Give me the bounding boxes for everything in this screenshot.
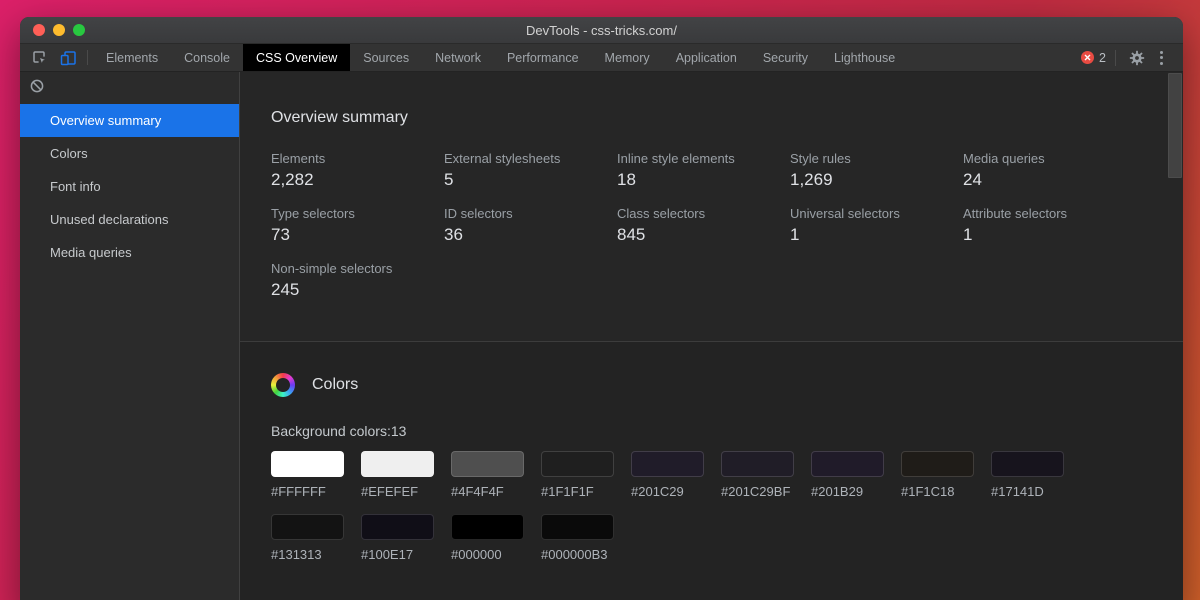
color-swatch [721, 451, 794, 477]
color-swatch-item: #000000B3 [541, 514, 614, 562]
devtools-window: DevTools - css-tricks.com/ Elements Cons… [20, 17, 1183, 600]
block-icon [29, 78, 45, 94]
sidebar-item-unused-declarations[interactable]: Unused declarations [20, 203, 239, 236]
color-swatch-item: #201B29 [811, 451, 884, 499]
devtools-tabbar: Elements Console CSS Overview Sources Ne… [20, 44, 1183, 72]
color-swatch [541, 451, 614, 477]
color-swatch [541, 514, 614, 540]
stat-attribute-selectors: Attribute selectors 1 [963, 206, 1136, 245]
more-options-button[interactable] [1149, 44, 1173, 71]
css-overview-main: Overview summary Elements 2,282 External… [240, 72, 1183, 600]
overview-summary-title: Overview summary [271, 109, 1135, 127]
color-swatch [991, 451, 1064, 477]
color-swatch [811, 451, 884, 477]
css-overview-panel: Overview summary Colors Font info Unused… [20, 72, 1183, 600]
close-window-button[interactable] [33, 24, 45, 36]
tab-application[interactable]: Application [663, 44, 750, 71]
scrollbar-thumb[interactable] [1168, 73, 1182, 178]
sidebar-item-media-queries[interactable]: Media queries [20, 236, 239, 269]
sidebar-toolbar [20, 72, 239, 100]
tab-network[interactable]: Network [422, 44, 494, 71]
error-count[interactable]: 2 [1099, 51, 1106, 65]
inspect-element-button[interactable] [26, 44, 54, 71]
sidebar-item-overview-summary[interactable]: Overview summary [20, 104, 239, 137]
color-swatch [361, 451, 434, 477]
color-swatch [361, 514, 434, 540]
color-swatch-item: #FFFFFF [271, 451, 344, 499]
background-colors-label: Background colors:13 [271, 423, 1135, 439]
color-wheel-icon [271, 373, 295, 397]
color-swatch [271, 514, 344, 540]
stat-external-stylesheets: External stylesheets 5 [444, 151, 617, 190]
window-title: DevTools - css-tricks.com/ [526, 23, 677, 38]
stat-universal-selectors: Universal selectors 1 [790, 206, 963, 245]
tab-performance[interactable]: Performance [494, 44, 592, 71]
settings-button[interactable] [1125, 44, 1149, 71]
sidebar-items: Overview summary Colors Font info Unused… [20, 104, 239, 269]
tabbar-right-controls: 2 [1081, 44, 1183, 71]
error-badge-icon[interactable] [1081, 51, 1094, 64]
color-swatch-item: #1F1F1F [541, 451, 614, 499]
color-swatch [271, 451, 344, 477]
color-swatch-item: #4F4F4F [451, 451, 524, 499]
vertical-scrollbar[interactable] [1167, 72, 1183, 600]
titlebar: DevTools - css-tricks.com/ [20, 17, 1183, 44]
tab-memory[interactable]: Memory [592, 44, 663, 71]
panel-tabs: Elements Console CSS Overview Sources Ne… [93, 44, 908, 71]
colors-section: Colors Background colors:13 #FFFFFF #EFE… [240, 341, 1183, 600]
sidebar-item-colors[interactable]: Colors [20, 137, 239, 170]
device-toolbar-icon [60, 50, 77, 66]
overview-summary-section: Overview summary Elements 2,282 External… [240, 72, 1183, 341]
tab-lighthouse[interactable]: Lighthouse [821, 44, 908, 71]
stat-class-selectors: Class selectors 845 [617, 206, 790, 245]
color-swatch-item: #1F1C18 [901, 451, 974, 499]
color-swatch-item: #EFEFEF [361, 451, 434, 499]
tab-console[interactable]: Console [171, 44, 243, 71]
color-swatch-item: #131313 [271, 514, 344, 562]
color-swatch-item: #201C29BF [721, 451, 794, 499]
minimize-window-button[interactable] [53, 24, 65, 36]
stat-inline-style-elements: Inline style elements 18 [617, 151, 790, 190]
stat-id-selectors: ID selectors 36 [444, 206, 617, 245]
stat-non-simple-selectors: Non-simple selectors 245 [271, 261, 444, 300]
color-swatch [451, 451, 524, 477]
color-swatch-item: #201C29 [631, 451, 704, 499]
background-colors-row-2: #131313 #100E17 #000000 #000000B3 [271, 514, 1135, 562]
menu-separator [1115, 50, 1116, 66]
background-colors-row-1: #FFFFFF #EFEFEF #4F4F4F #1F1F1F [271, 451, 1135, 499]
traffic-lights [33, 17, 85, 43]
css-overview-sidebar: Overview summary Colors Font info Unused… [20, 72, 240, 600]
stat-media-queries: Media queries 24 [963, 151, 1136, 190]
toolbar-separator [87, 50, 88, 65]
sidebar-item-font-info[interactable]: Font info [20, 170, 239, 203]
colors-title: Colors [312, 376, 358, 394]
toggle-device-toolbar-button[interactable] [54, 44, 82, 71]
color-swatch [451, 514, 524, 540]
gear-icon [1129, 50, 1145, 66]
tab-security[interactable]: Security [750, 44, 821, 71]
inspect-cursor-icon [32, 50, 48, 66]
zoom-window-button[interactable] [73, 24, 85, 36]
tab-elements[interactable]: Elements [93, 44, 171, 71]
color-swatch-item: #000000 [451, 514, 524, 562]
color-swatch-item: #17141D [991, 451, 1064, 499]
color-swatch-item: #100E17 [361, 514, 434, 562]
stat-style-rules: Style rules 1,269 [790, 151, 963, 190]
colors-header: Colors [271, 373, 1135, 397]
tab-css-overview[interactable]: CSS Overview [243, 44, 350, 71]
tab-sources[interactable]: Sources [350, 44, 422, 71]
stat-type-selectors: Type selectors 73 [271, 206, 444, 245]
stats-grid: Elements 2,282 External stylesheets 5 In… [271, 151, 1135, 300]
stat-elements: Elements 2,282 [271, 151, 444, 190]
color-swatch [631, 451, 704, 477]
kebab-icon [1160, 51, 1163, 65]
color-swatch [901, 451, 974, 477]
clear-overview-button[interactable] [29, 78, 45, 94]
